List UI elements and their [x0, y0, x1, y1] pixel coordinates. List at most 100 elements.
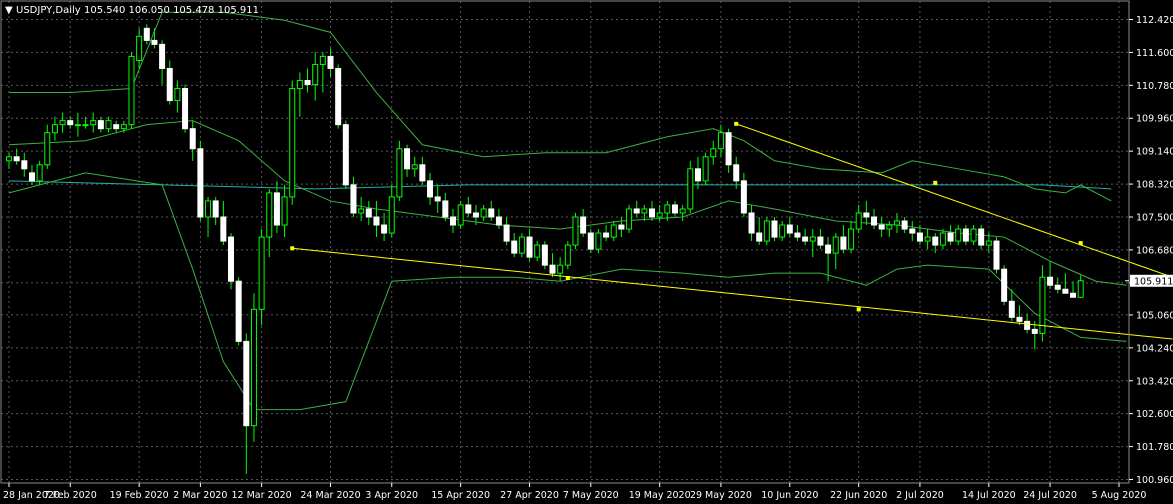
candle-body: [166, 67, 173, 102]
candle: [182, 84, 189, 133]
candle-body: [159, 43, 166, 69]
candle-body: [304, 80, 311, 86]
current-price-tag: 105.911: [1130, 274, 1173, 287]
candle: [541, 241, 548, 270]
candle-body: [495, 216, 502, 226]
candle-body: [51, 124, 58, 134]
trendline-anchor-point[interactable]: [856, 307, 861, 312]
candle-body: [939, 232, 946, 246]
candle-body: [809, 236, 816, 242]
candle-body: [848, 228, 855, 250]
candle-body: [962, 228, 969, 242]
candle-body: [618, 224, 625, 230]
price-tick-label: 109.960: [1136, 114, 1173, 125]
candle-body: [13, 156, 20, 162]
trendline-anchor-point[interactable]: [290, 246, 295, 251]
candle-body: [771, 220, 778, 238]
candle: [36, 160, 43, 185]
time-tick-label: 5 Aug 2020: [1092, 490, 1147, 501]
candle-body: [143, 27, 150, 41]
candle: [289, 80, 296, 205]
candle: [771, 216, 778, 242]
time-tick-label: 27 Apr 2020: [500, 490, 559, 501]
candle-body: [174, 88, 181, 102]
candle-body: [702, 156, 709, 182]
candle-body: [1054, 284, 1061, 290]
candle-body: [388, 196, 395, 234]
chart-window: 112.420 111.600 110.780 109.960 109.140 108.3…: [0, 0, 1173, 504]
candle-body: [457, 204, 464, 226]
candle-body: [381, 224, 388, 234]
candle: [1001, 265, 1008, 306]
trendline-anchor-point[interactable]: [1078, 241, 1083, 246]
collapse-arrow-icon[interactable]: ▼: [5, 5, 13, 16]
candle-body: [312, 63, 319, 86]
candle: [457, 200, 464, 230]
candle-body: [549, 264, 556, 274]
candle-body: [136, 35, 143, 61]
candle-body: [993, 240, 1000, 270]
candle: [595, 229, 602, 254]
candle-body: [281, 196, 288, 226]
candle-body: [6, 156, 12, 162]
candle-body: [189, 128, 196, 150]
candlestick-chart[interactable]: 112.420 111.600 110.780 109.960 109.140 108.3…: [0, 0, 1173, 504]
candle-body: [258, 236, 265, 310]
candle-body: [273, 192, 280, 226]
candle-body: [893, 220, 900, 226]
candle-body: [580, 216, 587, 234]
trendline-anchor-point[interactable]: [933, 180, 938, 185]
candle-body: [970, 228, 977, 242]
candle-body: [44, 132, 51, 166]
candle-body: [449, 216, 456, 226]
candle-body: [871, 216, 878, 226]
candle-body: [36, 164, 43, 182]
candle-body: [442, 200, 449, 218]
candle-body: [411, 164, 418, 170]
candle-body: [687, 168, 694, 210]
candle-body: [649, 208, 656, 218]
candle-body: [855, 212, 862, 230]
candle-body: [748, 212, 755, 234]
candle-body: [878, 224, 885, 230]
candle-body: [427, 180, 434, 198]
candle-body: [1062, 288, 1069, 294]
price-tick-label: 112.420: [1136, 15, 1173, 26]
candle-body: [212, 200, 219, 218]
candle: [702, 152, 709, 185]
trendline-anchor-point[interactable]: [565, 275, 570, 280]
candle-body: [794, 232, 801, 238]
candle-body: [128, 55, 135, 126]
time-tick-label: 29 May 2020: [690, 490, 752, 501]
candle-body: [342, 124, 349, 186]
time-tick-label: 10 Jun 2020: [761, 490, 818, 501]
candle-body: [434, 196, 441, 202]
time-tick-label: 19 May 2020: [629, 490, 691, 501]
candle-body: [840, 236, 847, 250]
price-tick-label: 103.420: [1136, 376, 1173, 387]
candle-body: [595, 232, 602, 250]
price-tick-label: 111.600: [1136, 48, 1173, 59]
candle-body: [572, 216, 579, 246]
candle-body: [350, 184, 357, 214]
candle-body: [28, 172, 35, 182]
candle-body: [947, 232, 954, 242]
candle-body: [472, 212, 479, 218]
candle: [626, 204, 633, 234]
candle-body: [250, 308, 257, 427]
candle-body: [626, 208, 633, 230]
price-tick-label: 107.500: [1136, 212, 1173, 223]
candle-body: [740, 180, 747, 214]
price-tick-label: 106.680: [1136, 245, 1173, 256]
candle-body: [664, 204, 671, 214]
trendline-anchor-point[interactable]: [734, 121, 739, 126]
candle-body: [59, 120, 66, 126]
candle: [518, 233, 525, 258]
time-tick-label: 3 Apr 2020: [365, 490, 418, 501]
candle-body: [97, 120, 104, 130]
candle-body: [503, 224, 510, 242]
candle-body: [365, 208, 372, 218]
candle-body: [404, 148, 411, 170]
candle-body: [419, 164, 426, 182]
candle-body: [832, 236, 839, 254]
